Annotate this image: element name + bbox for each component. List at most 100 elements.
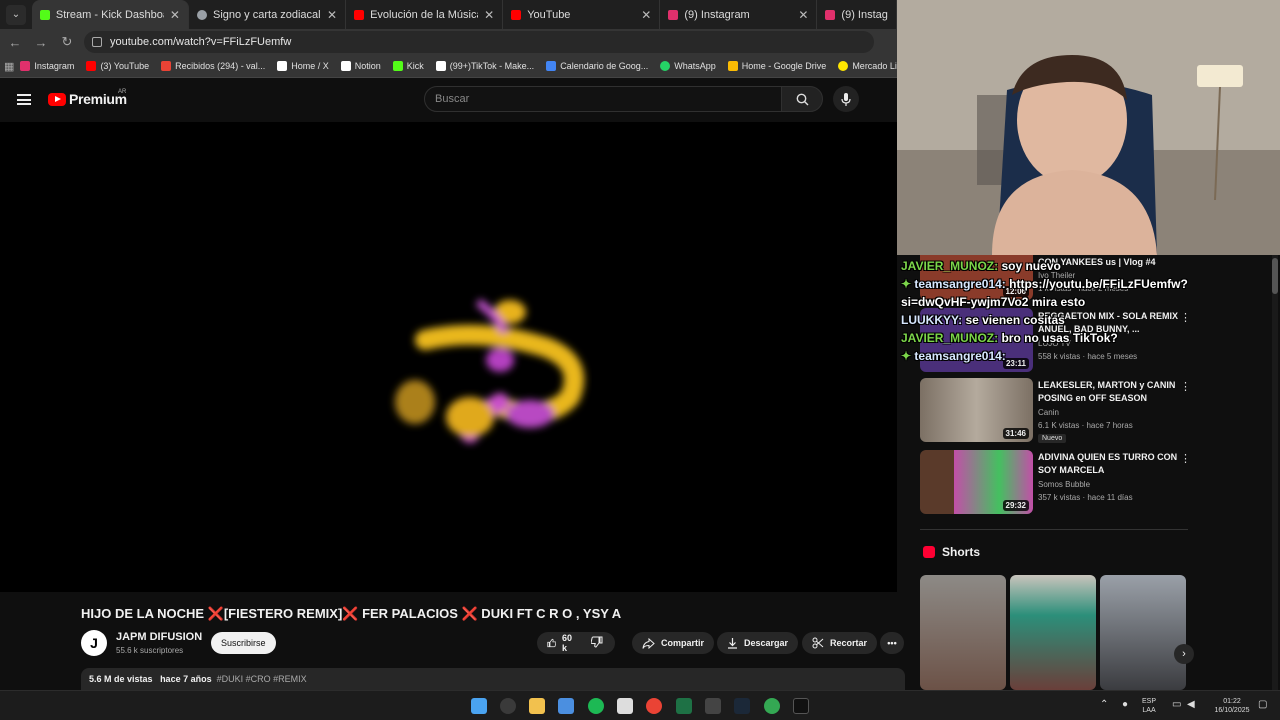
site-info-icon[interactable]	[92, 37, 102, 47]
scrollbar[interactable]	[1272, 255, 1278, 690]
notifications-icon[interactable]: ▢	[1258, 700, 1267, 710]
short-thumbnail[interactable]	[1010, 575, 1096, 690]
tab-search-button[interactable]: ⌄	[6, 4, 26, 25]
start-windows-icon[interactable]	[471, 698, 487, 714]
search-icon[interactable]	[500, 698, 516, 714]
rec-more-icon[interactable]: ⋮	[1180, 452, 1191, 465]
search-input[interactable]: Buscar	[424, 86, 782, 112]
kick-icon	[392, 61, 403, 71]
tab-instagram-2[interactable]: (9) Instagram	[817, 0, 898, 29]
subscribe-button[interactable]: Suscribirse	[211, 632, 276, 654]
bookmark-kick[interactable]: Kick	[392, 61, 424, 71]
chat-text: se vienen cositas	[965, 313, 1065, 327]
url-field[interactable]: youtube.com/watch?v=FFiLzFUemfw	[84, 31, 874, 53]
channel-name[interactable]: JAPM DIFUSION	[116, 631, 202, 643]
back-icon[interactable]: ←	[4, 31, 26, 53]
bookmark-tiktok[interactable]: (99+)TikTok - Make...	[435, 61, 534, 71]
description-box[interactable]: 5.6 M de vistas hace 7 años #DUKI #CRO #…	[81, 668, 905, 690]
hashtags[interactable]: #DUKI #CRO #REMIX	[217, 674, 307, 684]
app-icon[interactable]	[705, 698, 721, 714]
chrome-icon[interactable]	[646, 698, 662, 714]
excel-icon[interactable]	[676, 698, 692, 714]
chat-message: JAVIER_MUNOZ: soy nuevo	[901, 259, 1061, 273]
new-badge: Nuevo	[1038, 434, 1067, 443]
bookmark-label: Kick	[406, 61, 424, 71]
bookmark-whatsapp[interactable]: WhatsApp	[660, 61, 716, 71]
menu-icon[interactable]	[17, 94, 31, 105]
rec-thumbnail[interactable]: 31:46	[920, 378, 1033, 442]
search-button[interactable]	[781, 86, 823, 112]
network-icon[interactable]: ▭	[1172, 700, 1181, 710]
video-player[interactable]	[0, 122, 897, 592]
tab-musica-argentina[interactable]: Evolución de la Música Argentina ✕	[346, 0, 504, 29]
store-icon[interactable]	[558, 698, 574, 714]
short-thumbnail[interactable]	[1100, 575, 1186, 690]
rec-meta: 6.1 K vistas · hace 7 horas	[1038, 421, 1133, 430]
close-tab-icon[interactable]: ✕	[641, 8, 651, 22]
clip-button[interactable]: Recortar	[802, 632, 878, 654]
keyboard-language[interactable]: ESP LAA	[1142, 697, 1156, 715]
spotify-icon[interactable]	[588, 698, 604, 714]
rec-thumbnail[interactable]: 29:32	[920, 450, 1033, 514]
share-button[interactable]: Compartir	[632, 632, 715, 654]
chat-username: JAVIER_MUNOZ:	[901, 331, 999, 345]
chrome-profile-icon[interactable]	[764, 698, 780, 714]
forward-icon[interactable]: →	[30, 31, 52, 53]
steam-icon[interactable]	[734, 698, 750, 714]
capcut-icon[interactable]	[617, 698, 633, 714]
bookmark-gmail[interactable]: Recibidos (294) - val...	[161, 61, 265, 71]
microphone-tray-icon[interactable]: ●	[1122, 700, 1128, 710]
tray-chevron-up-icon[interactable]: ⌃	[1100, 700, 1108, 710]
rec-channel[interactable]: Canin	[1038, 408, 1059, 417]
reload-icon[interactable]: ↻	[56, 31, 78, 53]
more-actions-button[interactable]: •••	[880, 632, 904, 654]
voice-search-button[interactable]	[833, 86, 859, 112]
notion-icon	[340, 61, 351, 71]
tab-kick-dashboard[interactable]: Stream - Kick Dashboard ✕	[31, 0, 189, 29]
clock[interactable]: 01:22 16/10/2025	[1208, 697, 1256, 715]
rec-title[interactable]: LEAKESLER, MARTON y CANIN POSING en OFF …	[1038, 379, 1188, 404]
like-button[interactable]: 60 k	[547, 633, 575, 653]
close-tab-icon[interactable]: ✕	[327, 8, 337, 22]
download-button[interactable]: Descargar	[717, 632, 799, 654]
drive-icon	[727, 61, 738, 71]
thumbs-down-icon	[590, 636, 603, 648]
dislike-button[interactable]	[590, 636, 609, 650]
youtube-header: Premium AR Buscar	[0, 78, 897, 122]
volume-icon[interactable]: ◀	[1187, 700, 1195, 710]
channel-avatar[interactable]: J	[81, 630, 107, 656]
apps-grid-icon[interactable]: ▦	[4, 55, 14, 77]
rec-more-icon[interactable]: ⋮	[1180, 311, 1191, 324]
file-explorer-icon[interactable]	[529, 698, 545, 714]
tab-zodiac[interactable]: Signo y carta zodiacal ✕	[189, 0, 347, 29]
short-thumbnail[interactable]	[920, 575, 1006, 690]
rec-title[interactable]: ADIVINA QUIEN ES TURRO CON SOY MARCELA	[1038, 451, 1188, 476]
rec-more-icon[interactable]: ⋮	[1180, 380, 1191, 393]
bookmark-youtube[interactable]: (3) YouTube	[86, 61, 149, 71]
tab-instagram-1[interactable]: (9) Instagram ✕	[660, 0, 818, 29]
instagram-icon	[825, 9, 836, 20]
youtube-icon	[86, 61, 97, 71]
chat-badge-icon: ✦	[901, 349, 912, 363]
microphone-icon	[841, 92, 851, 106]
chat-username: LUUKKYY:	[901, 313, 963, 327]
rec-channel[interactable]: Somos Bubble	[1038, 480, 1090, 489]
chat-message: JAVIER_MUNOZ: bro no usas TikTok?	[901, 331, 1118, 345]
upload-age: hace 7 años	[160, 674, 212, 684]
bookmark-drive[interactable]: Home - Google Drive	[727, 61, 826, 71]
close-tab-icon[interactable]: ✕	[798, 8, 808, 22]
bookmark-calendar[interactable]: Calendario de Goog...	[546, 61, 648, 71]
close-tab-icon[interactable]: ✕	[170, 8, 180, 22]
bookmark-notion[interactable]: Notion	[340, 61, 381, 71]
bookmark-label: Calendario de Goog...	[560, 61, 649, 71]
view-count: 5.6 M de vistas	[89, 674, 153, 684]
bookmark-x[interactable]: Home / X	[277, 61, 329, 71]
close-tab-icon[interactable]: ✕	[484, 8, 494, 22]
scrollbar-thumb[interactable]	[1272, 258, 1278, 294]
tab-youtube[interactable]: YouTube ✕	[503, 0, 661, 29]
bookmark-instagram[interactable]: Instagram	[20, 61, 74, 71]
next-shorts-button[interactable]: ›	[1174, 644, 1194, 664]
youtube-premium-logo[interactable]: Premium AR	[48, 89, 127, 107]
tiktok-icon[interactable]	[793, 698, 809, 714]
browser-tab-strip: ⌄ Stream - Kick Dashboard ✕ Signo y cart…	[0, 0, 898, 29]
